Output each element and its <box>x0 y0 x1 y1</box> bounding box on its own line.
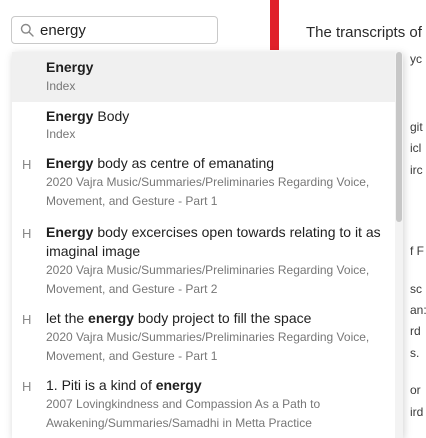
heading-type-badge: H <box>22 226 32 241</box>
heading-type-badge: H <box>22 157 32 172</box>
search-input[interactable] <box>40 20 212 40</box>
note-accent-bar <box>270 0 279 50</box>
search-suggestions: Energy Index Energy Body Index H Energy … <box>12 52 403 438</box>
note-text-fragment: git <box>410 120 423 134</box>
suggestion-title: Energy body excercises open towards rela… <box>46 224 381 259</box>
note-text-fragment: s. <box>410 346 420 360</box>
suggestion-path: 2020 Vajra Music/Summaries/Preliminaries… <box>46 330 370 363</box>
suggestion-item[interactable]: Energy Body Index <box>12 102 395 152</box>
suggestion-title: Energy <box>46 59 94 75</box>
suggestion-item[interactable]: H Energy body as centre of emanating 202… <box>12 152 395 214</box>
suggestion-title: Energy body as centre of emanating <box>46 155 275 171</box>
suggestion-item[interactable]: H 1. Piti is a kind of energy 2007 Lovin… <box>12 375 395 438</box>
search-box[interactable] <box>11 16 218 44</box>
note-text-fragment: ird <box>410 405 424 419</box>
note-text-fragment: f F <box>410 244 424 258</box>
heading-type-badge: H <box>22 379 32 394</box>
suggestion-title: 1. Piti is a kind of energy <box>46 377 202 393</box>
note-text-fragment: yc <box>410 52 422 66</box>
suggestion-item[interactable]: H Energy body excercises open towards re… <box>12 222 395 300</box>
suggestion-title: let the energy body project to fill the … <box>46 310 312 326</box>
search-icon <box>20 23 34 37</box>
app-window: The transcripts of yc git icl irc f F sc… <box>0 0 426 438</box>
dropdown-scrollbar[interactable] <box>395 52 403 438</box>
suggestion-item[interactable]: Energy Index <box>12 52 395 102</box>
suggestion-path: Index <box>46 127 76 141</box>
heading-type-badge: H <box>22 312 32 327</box>
suggestion-path: 2020 Vajra Music/Summaries/Preliminaries… <box>46 175 370 208</box>
suggestion-title: Energy Body <box>46 108 130 124</box>
note-text-fragment: sc <box>410 282 422 296</box>
note-text-fragment: irc <box>410 163 423 177</box>
suggestion-path: 2020 Vajra Music/Summaries/Preliminaries… <box>46 263 370 296</box>
note-text-fragment: or <box>410 383 421 397</box>
note-text-fragment: icl <box>410 141 422 155</box>
note-text-fragment: an: <box>410 303 426 317</box>
suggestion-path: 2007 Lovingkindness and Compassion As a … <box>46 397 321 430</box>
suggestion-item[interactable]: H let the energy body project to fill th… <box>12 308 395 370</box>
scrollbar-thumb[interactable] <box>396 52 402 222</box>
note-text-fragment: rd <box>410 324 421 338</box>
suggestion-path: Index <box>46 79 76 93</box>
note-title: The transcripts of <box>306 24 422 41</box>
